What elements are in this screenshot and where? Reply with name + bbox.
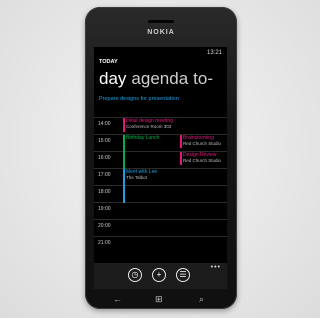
speaker-grille [148, 20, 174, 23]
event-color-bar [180, 135, 182, 148]
phone-device: NOKIA 13:21 TODAY day agenda to- Prepare d… [85, 7, 237, 309]
event-design-review[interactable]: Design Review Red Church Studio [180, 152, 227, 165]
hour-row: 19:00 [94, 202, 227, 220]
pivot-day[interactable]: day [99, 69, 126, 88]
pivot-header: day agenda to- [99, 69, 218, 89]
event-color-bar [123, 135, 125, 169]
event-color-bar [123, 169, 125, 203]
hour-row: 20:00 [94, 219, 227, 237]
event-brainstorming[interactable]: Brainstorming Red Church Studio [180, 135, 227, 148]
event-location: Red Church Studio [183, 141, 222, 146]
event-birthday-lunch[interactable]: Birthday Lunch [123, 135, 176, 169]
today-icon[interactable]: ◷ [128, 268, 142, 282]
back-icon[interactable]: ← [113, 294, 122, 304]
list-icon[interactable]: ☰ [176, 268, 190, 282]
brand-logo: NOKIA [147, 29, 175, 36]
page-title: TODAY [99, 59, 118, 65]
add-icon[interactable]: + [152, 268, 166, 282]
search-icon[interactable]: ⌕ [199, 294, 204, 305]
event-location: The Talbot [126, 175, 147, 180]
event-location: Red Church Studio [183, 158, 222, 163]
hour-row: 21:00 [94, 236, 227, 254]
day-grid: 14:00 15:00 16:00 17:00 18:00 19:00 20:0… [94, 117, 227, 257]
start-icon[interactable]: ⊞ [155, 294, 163, 305]
event-title: Birthday Lunch [126, 135, 160, 141]
event-color-bar [123, 118, 125, 132]
event-meet-with-lee[interactable]: Meet with Lee The Talbot [123, 169, 182, 203]
event-location: Conference Room 303 [126, 124, 172, 129]
pivot-agenda[interactable]: agenda [131, 69, 188, 88]
allday-event[interactable]: Prepare designs for presentation [99, 96, 179, 102]
hour-label: 19:00 [98, 206, 111, 212]
hour-label: 17:00 [98, 172, 111, 178]
hour-label: 20:00 [98, 223, 111, 229]
status-clock: 13:21 [206, 50, 222, 56]
hour-label: 14:00 [98, 121, 111, 127]
hour-label: 16:00 [98, 155, 111, 161]
more-menu-button[interactable]: ••• [211, 264, 221, 271]
event-color-bar [180, 152, 182, 165]
hour-label: 21:00 [98, 240, 111, 246]
pivot-todo[interactable]: to- [193, 69, 213, 88]
calendar-screen: 13:21 TODAY day agenda to- Prepare designs… [94, 47, 227, 289]
event-initial-design[interactable]: Initial design meeting Conference Room 3… [123, 118, 182, 132]
hour-label: 18:00 [98, 189, 111, 195]
hour-label: 15:00 [98, 138, 111, 144]
app-bar: ◷ + ☰ ••• [94, 263, 227, 289]
